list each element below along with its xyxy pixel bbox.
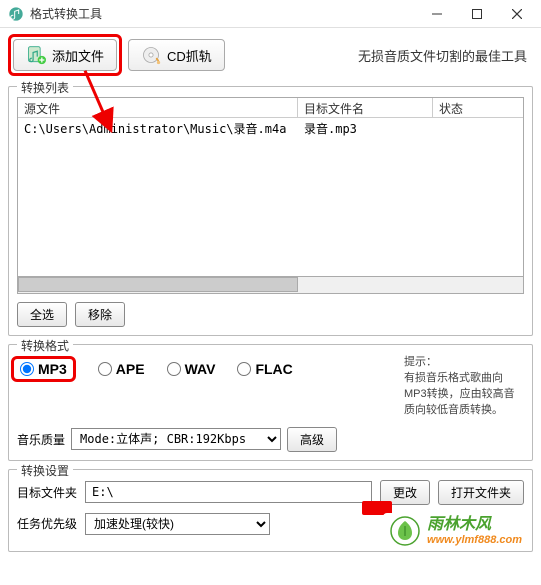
settings-title: 转换设置 <box>17 462 73 479</box>
minimize-button[interactable] <box>417 1 457 27</box>
watermark: 雨林木风 www.ylmf888.com <box>383 513 528 549</box>
maximize-button[interactable] <box>457 1 497 27</box>
select-all-button[interactable]: 全选 <box>17 302 67 327</box>
add-file-label: 添加文件 <box>52 46 104 65</box>
watermark-brand: 雨林木风 <box>427 516 522 534</box>
watermark-logo-icon <box>389 515 421 547</box>
cd-grab-button[interactable]: CD抓轨 <box>128 39 225 71</box>
horizontal-scrollbar[interactable] <box>17 277 524 294</box>
col-status[interactable]: 状态 <box>433 98 523 117</box>
cell-source: C:\Users\Administrator\Music\录音.m4a <box>18 118 298 136</box>
hint-title: 提示： <box>404 355 524 371</box>
radio-flac[interactable]: FLAC <box>237 361 292 377</box>
cd-grab-label: CD抓轨 <box>167 46 212 65</box>
add-file-icon <box>26 45 46 65</box>
app-icon <box>8 6 24 22</box>
quality-select[interactable]: Mode:立体声; CBR:192Kbps <box>71 428 281 450</box>
tagline: 无损音质文件切割的最佳工具 <box>358 46 533 65</box>
cd-icon <box>141 45 161 65</box>
advanced-button[interactable]: 高级 <box>287 427 337 452</box>
radio-mp3[interactable]: MP3 <box>20 361 67 377</box>
window-title: 格式转换工具 <box>30 5 417 22</box>
cell-status <box>433 118 523 136</box>
dest-input[interactable] <box>85 481 372 503</box>
cell-target: 录音.mp3 <box>298 118 433 136</box>
open-folder-button[interactable]: 打开文件夹 <box>438 480 524 505</box>
close-button[interactable] <box>497 1 537 27</box>
priority-select[interactable]: 加速处理(较快) <box>85 513 270 535</box>
highlight-mp3: MP3 <box>11 356 76 382</box>
remove-button[interactable]: 移除 <box>75 302 125 327</box>
watermark-url: www.ylmf888.com <box>427 534 522 546</box>
highlight-add-file: 添加文件 <box>8 34 122 76</box>
hint-body: 有损音乐格式歌曲向MP3转换，应由较高音质向较低音质转换。 <box>404 371 524 419</box>
priority-label: 任务优先级 <box>17 515 77 532</box>
radio-wav[interactable]: WAV <box>167 361 216 377</box>
quality-label: 音乐质量 <box>17 431 65 448</box>
add-file-button[interactable]: 添加文件 <box>13 39 117 71</box>
col-target[interactable]: 目标文件名 <box>298 98 433 117</box>
radio-ape[interactable]: APE <box>98 361 145 377</box>
dest-label: 目标文件夹 <box>17 484 77 501</box>
format-title: 转换格式 <box>17 337 73 354</box>
